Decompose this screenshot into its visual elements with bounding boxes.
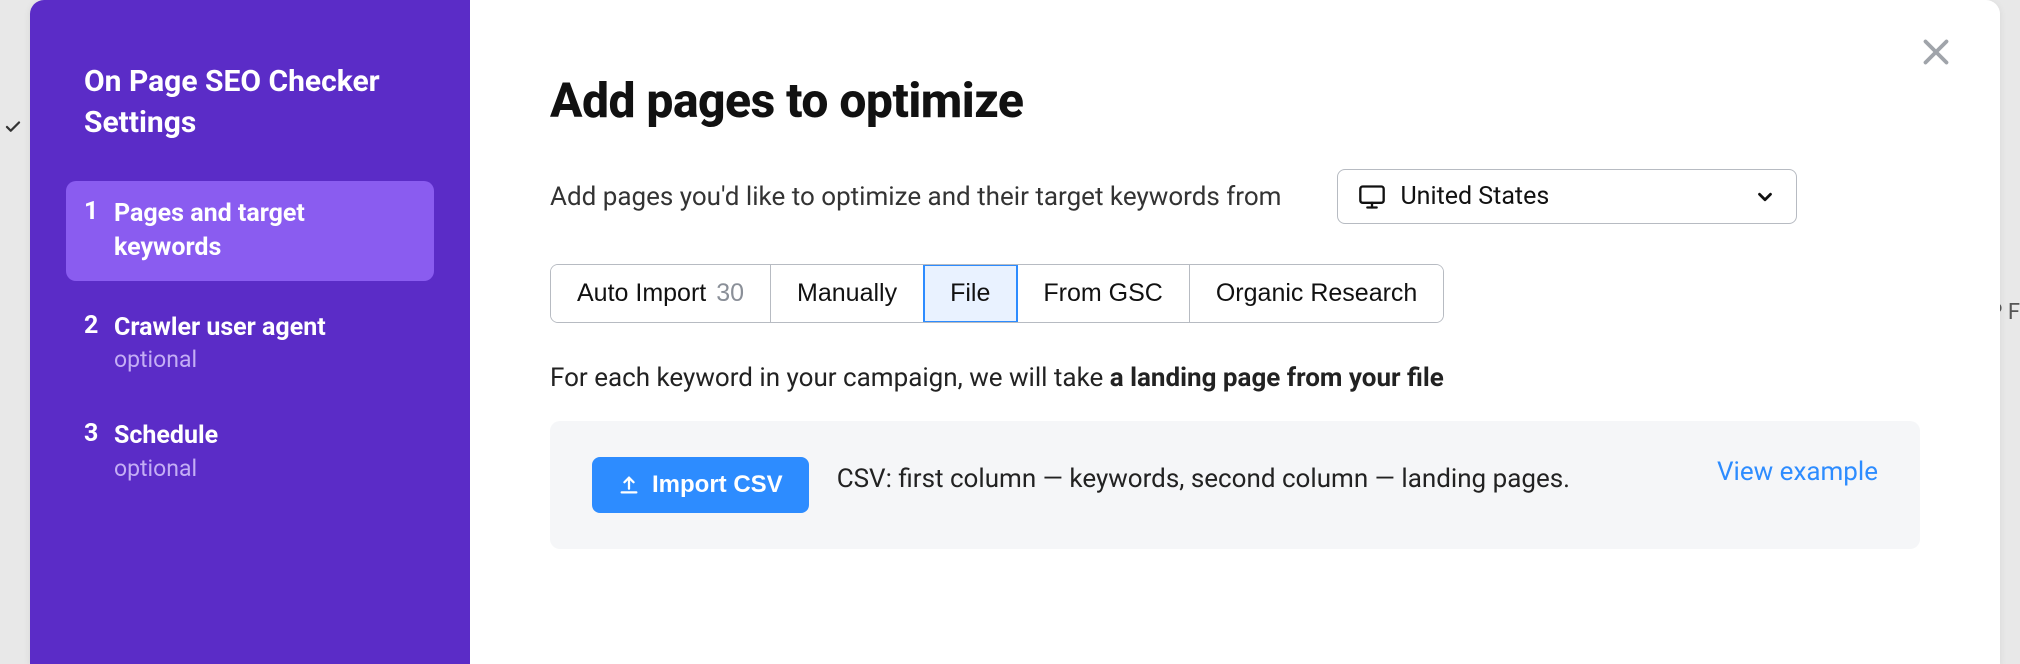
tab-label: Auto Import [577, 279, 706, 308]
import-description: CSV: first column — keywords, second col… [837, 457, 1689, 501]
tab-file[interactable]: File [924, 265, 1017, 322]
step-label: Crawler user agent [114, 311, 326, 345]
tab-label: Organic Research [1216, 279, 1417, 308]
step-optional: optional [114, 346, 326, 373]
sidebar-step-crawler-agent[interactable]: 2 Crawler user agent optional [66, 295, 434, 390]
import-btn-label: Import CSV [652, 471, 783, 499]
tab-manually[interactable]: Manually [771, 265, 924, 322]
tab-from-gsc[interactable]: From GSC [1017, 265, 1189, 322]
main-panel: Add pages to optimize Add pages you'd li… [470, 0, 2000, 664]
close-button[interactable] [1912, 28, 1960, 76]
intro-row: Add pages you'd like to optimize and the… [550, 169, 1920, 224]
description-pre: For each keyword in your campaign, we wi… [550, 363, 1110, 393]
tab-auto-import[interactable]: Auto Import 30 [551, 265, 771, 322]
page-title: Add pages to optimize [550, 72, 1920, 129]
tab-organic-research[interactable]: Organic Research [1190, 265, 1443, 322]
country-select[interactable]: United States [1337, 169, 1797, 224]
sidebar: On Page SEO Checker Settings 1 Pages and… [30, 0, 470, 664]
close-icon [1918, 34, 1954, 70]
step-number: 3 [84, 419, 114, 448]
view-example-link[interactable]: View example [1717, 457, 1878, 487]
sidebar-step-pages-keywords[interactable]: 1 Pages and target keywords [66, 181, 434, 281]
step-label: Schedule [114, 419, 218, 453]
file-description: For each keyword in your campaign, we wi… [550, 363, 1920, 393]
tab-label: File [950, 279, 990, 308]
background-check-icon [4, 118, 22, 140]
settings-modal: On Page SEO Checker Settings 1 Pages and… [30, 0, 2000, 664]
desktop-icon [1358, 183, 1386, 211]
step-number: 2 [84, 311, 114, 340]
source-tabs: Auto Import 30 Manually File From GSC Or… [550, 264, 1444, 323]
description-bold: a landing page from your file [1110, 363, 1444, 393]
step-number: 1 [84, 197, 114, 226]
chevron-down-icon [1754, 186, 1776, 208]
sidebar-step-schedule[interactable]: 3 Schedule optional [66, 403, 434, 498]
intro-text: Add pages you'd like to optimize and the… [550, 182, 1281, 212]
country-label: United States [1400, 182, 1549, 211]
tab-count: 30 [716, 279, 744, 308]
import-panel: Import CSV CSV: first column — keywords,… [550, 421, 1920, 549]
step-label: Pages and target keywords [114, 197, 416, 265]
step-optional: optional [114, 455, 218, 482]
tab-label: Manually [797, 279, 897, 308]
upload-icon [618, 474, 640, 496]
import-csv-button[interactable]: Import CSV [592, 457, 809, 513]
sidebar-title: On Page SEO Checker Settings [66, 62, 434, 143]
tab-label: From GSC [1043, 279, 1162, 308]
